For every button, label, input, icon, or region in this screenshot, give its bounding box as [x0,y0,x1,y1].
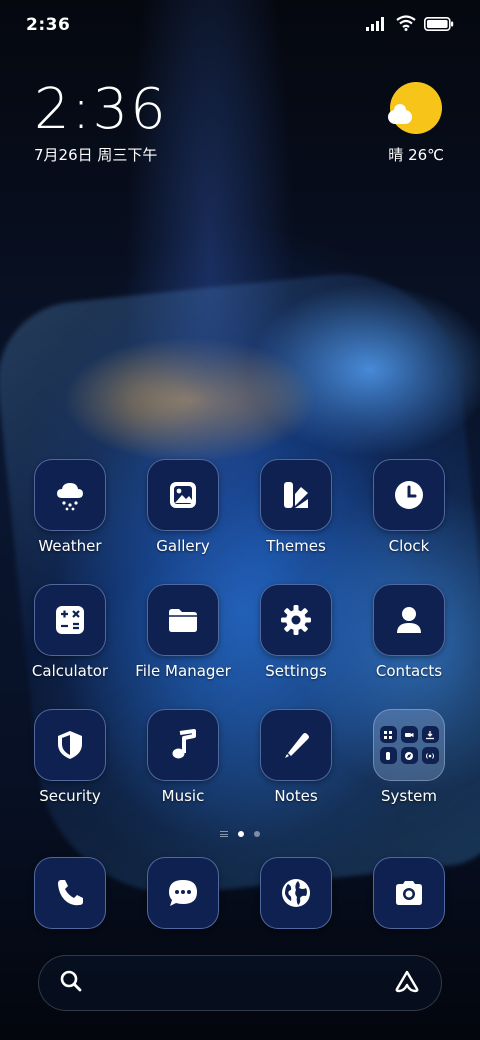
folder-icon [147,584,219,656]
app-label: Weather [38,537,102,555]
image-icon [147,459,219,531]
pencil-icon [260,709,332,781]
app-gallery[interactable]: Gallery [133,459,233,555]
app-label: Notes [274,787,318,805]
app-label: Themes [266,537,326,555]
assistant-icon[interactable] [393,969,421,997]
widget-date: 7月26日 周三下午 [34,146,158,164]
app-folder-system[interactable]: System [359,709,459,805]
app-label: Calculator [31,662,109,680]
phone-icon [34,857,106,929]
dock-phone[interactable] [20,857,120,929]
search-icon[interactable] [59,969,83,997]
page-indicator-home [220,831,228,837]
page-dot [254,831,260,837]
clock-icon [373,459,445,531]
gear-icon [260,584,332,656]
page-dot-active [238,831,244,837]
dock-messages[interactable] [133,857,233,929]
app-label: Music [161,787,205,805]
app-file-manager[interactable]: File Manager [133,584,233,680]
status-bar: 2:36 [0,0,480,50]
signal-icon [366,16,388,35]
music-note-icon [147,709,219,781]
app-label: File Manager [135,662,231,680]
search-bar[interactable] [38,955,442,1011]
dock-browser[interactable] [246,857,346,929]
status-time: 2:36 [26,15,71,35]
message-icon [147,857,219,929]
app-themes[interactable]: Themes [246,459,346,555]
app-label: Gallery [156,537,210,555]
app-contacts[interactable]: Contacts [359,584,459,680]
calculator-icon [34,584,106,656]
app-weather[interactable]: Weather [20,459,120,555]
wifi-icon [396,15,416,35]
app-label: Clock [388,537,430,555]
folder-group-icon [373,709,445,781]
person-icon [373,584,445,656]
app-calculator[interactable]: Calculator [20,584,120,680]
widget-time: 2:36 [34,77,168,142]
camera-icon [373,857,445,929]
status-icons [366,15,454,35]
weather-widget[interactable]: 晴 26℃ [388,82,444,165]
dock-camera[interactable] [359,857,459,929]
app-music[interactable]: Music [133,709,233,805]
app-notes[interactable]: Notes [246,709,346,805]
app-label: Security [39,787,101,805]
themes-icon [260,459,332,531]
shield-icon [34,709,106,781]
page-indicator[interactable] [0,831,480,837]
app-settings[interactable]: Settings [246,584,346,680]
app-label: System [381,787,437,805]
app-label: Settings [265,662,327,680]
app-clock[interactable]: Clock [359,459,459,555]
cloud-rain-icon [34,459,106,531]
sunny-cloud-icon [388,82,443,134]
app-label: Contacts [375,662,443,680]
weather-text: 晴 26℃ [388,146,444,164]
battery-icon [424,16,454,35]
globe-icon [260,857,332,929]
app-security[interactable]: Security [20,709,120,805]
clock-widget[interactable]: 2:36 7月26日 周三下午 [34,78,168,165]
